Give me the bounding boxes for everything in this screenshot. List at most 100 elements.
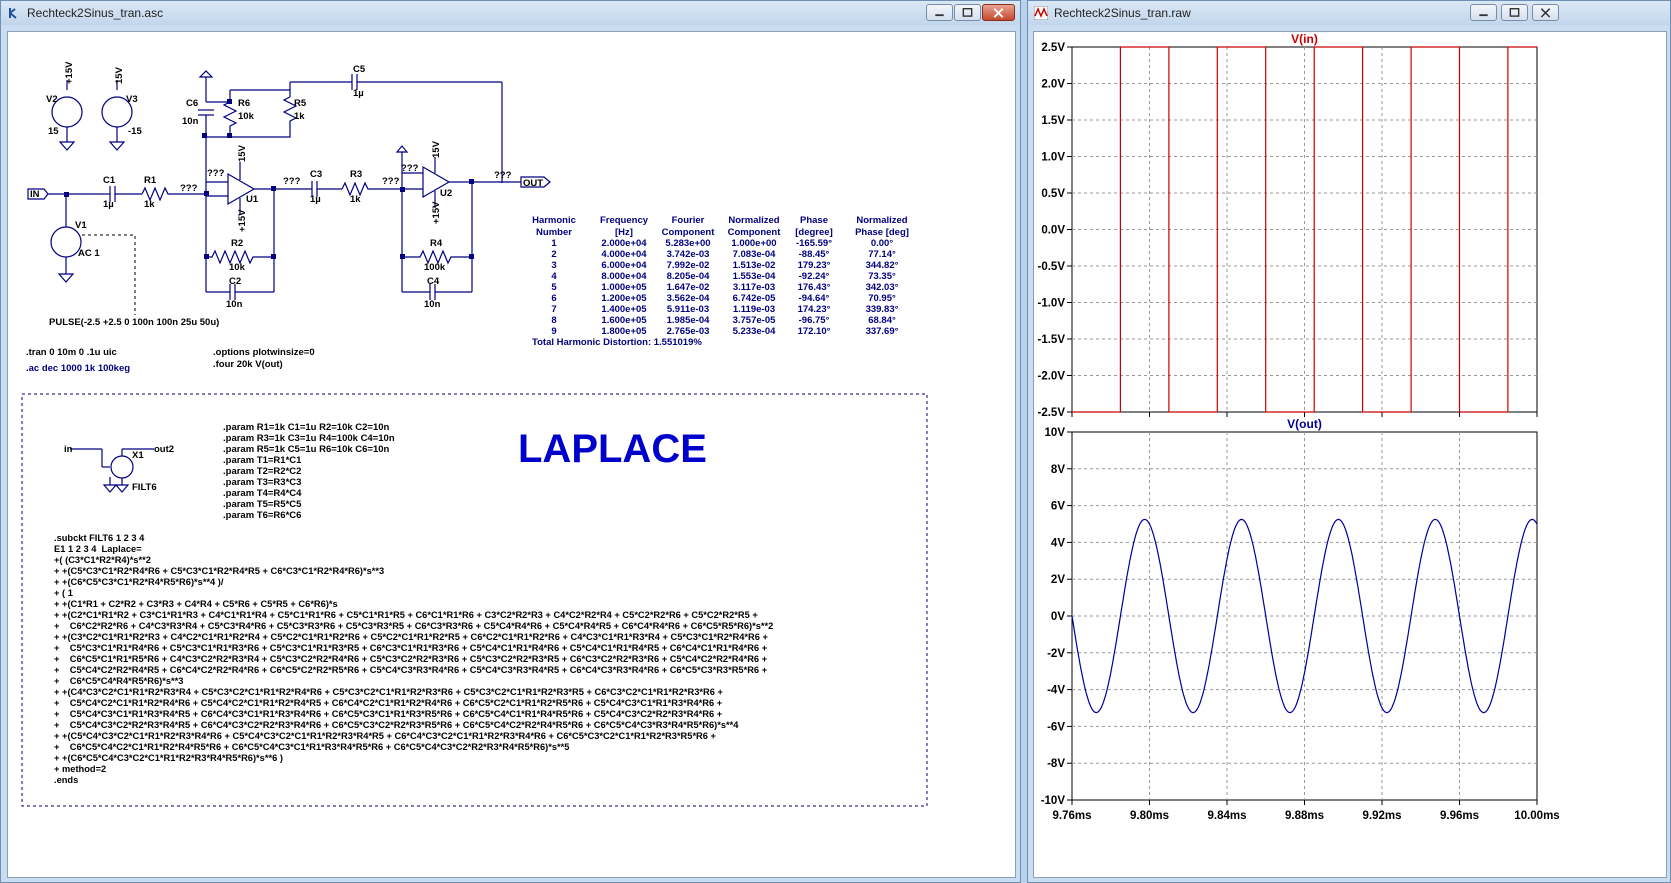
fourier-row-cell: 5.911e-03 xyxy=(667,304,709,315)
y-tick-label: 2.0V xyxy=(1041,79,1065,91)
r6-value: 10k xyxy=(238,111,255,122)
y-tick-label: 8V xyxy=(1051,464,1065,476)
param-line: .param T3=R3*C3 xyxy=(223,477,301,488)
c6-name: C6 xyxy=(186,98,198,109)
fourier-header-cell: Normalized xyxy=(728,215,779,226)
vin-pane[interactable]: 2.5V 2.0V 1.5V 1.0V 0.5V 0.0V -0.5V -1.0V -1.5V -… xyxy=(1038,32,1538,419)
r2-value: 10k xyxy=(229,262,246,273)
ltspice-schematic-icon xyxy=(9,8,17,19)
fourier-row-cell: 1.985e-04 xyxy=(667,315,711,326)
fourier-row-cell: 5 xyxy=(551,282,557,293)
fourier-header-cell: Component xyxy=(728,227,782,238)
r3-value: 1k xyxy=(350,194,361,205)
fourier-header-cell: Component xyxy=(662,227,716,238)
param-line: .param T1=R1*C1 xyxy=(223,455,302,466)
net-unknown-3: ??? xyxy=(283,176,301,187)
y-tick-label: -2V xyxy=(1047,648,1065,660)
net-unknown-6: ??? xyxy=(494,170,512,181)
y-tick-label: 0.0V xyxy=(1041,225,1065,237)
netlist-line: +( (C3*C1*R2*R4)*s**2 xyxy=(54,555,151,565)
vout-trace-title[interactable]: V(out) xyxy=(1287,417,1322,431)
fourier-header-cell: Frequency xyxy=(600,215,649,226)
fourier-row-cell: 1.000e+00 xyxy=(731,238,776,249)
x-tick-label: 10.00ms xyxy=(1514,810,1559,822)
param-line: .param T6=R6*C6 xyxy=(223,510,301,521)
close-button[interactable] xyxy=(982,4,1015,21)
netlist-line: + C6*C2*R2*R6 + C4*C3*R3*R4 + C5*C3*R4*R… xyxy=(54,621,773,631)
fourier-table: Harmonic Frequency Fourier Normalized Phase N… xyxy=(532,215,909,348)
minimize-button[interactable] xyxy=(926,4,953,21)
fourier-row-cell: 1.000e+05 xyxy=(601,282,647,293)
fourier-row-cell: 339.83° xyxy=(866,304,899,315)
window-title: Rechteck2Sinus_tran.asc xyxy=(27,6,164,20)
c5-name: C5 xyxy=(353,64,366,75)
window-title: Rechteck2Sinus_tran.raw xyxy=(1054,6,1191,20)
fourier-row-cell: 176.43° xyxy=(798,282,831,293)
tran-directive[interactable]: .tran 0 10m 0 .1u uic xyxy=(26,347,117,358)
vout-pane[interactable]: 10V 8V 6V 4V 2V 0V -2V -4V -6V -8V -10V V(out) 9.76m… xyxy=(1041,417,1560,822)
restore-button[interactable] xyxy=(1501,4,1528,21)
fourier-row-cell: -92.24° xyxy=(799,271,830,282)
fourier-header-cell: Fourier xyxy=(672,215,705,226)
pulse-spec: PULSE(-2.5 +2.5 0 100n 100n 25u 50u) xyxy=(49,317,219,328)
c4-name: C4 xyxy=(427,276,440,287)
x1-in-label: in xyxy=(64,444,73,455)
netlist-line: + +(C5*C4*C3*C2*C1*R1*R2*R3*R4*R6 + C5*C… xyxy=(54,731,717,741)
param-line: .param R3=1k C3=1u R4=100k C4=10n xyxy=(223,433,395,444)
waveform-plot-area[interactable]: 2.5V 2.0V 1.5V 1.0V 0.5V 0.0V -0.5V -1.0V -1.5V -… xyxy=(1033,31,1667,878)
netlist-line: .ends xyxy=(54,775,78,785)
netlist-line: .subckt FILT6 1 2 3 4 xyxy=(54,533,145,543)
netlist-line: + C6*C5*C1*R1*R5*R6 + C4*C3*C2*R2*R3*R4 … xyxy=(54,654,768,664)
close-button[interactable] xyxy=(1532,4,1559,21)
four-directive[interactable]: .four 20k V(out) xyxy=(213,359,283,370)
fourier-row-cell: 7 xyxy=(551,304,556,315)
netlist-line: + ( 1 xyxy=(54,588,73,598)
ac-directive[interactable]: .ac dec 1000 1k 100keg xyxy=(26,363,130,374)
fourier-row-cell: 1.200e+05 xyxy=(601,293,647,304)
net-unknown-4: ??? xyxy=(382,176,400,187)
v2-name: V2 xyxy=(46,94,58,105)
y-tick-label: 2V xyxy=(1051,574,1065,586)
net-unknown-5: ??? xyxy=(401,163,419,174)
v1-name: V1 xyxy=(75,220,87,231)
x-tick-label: 9.96ms xyxy=(1440,810,1479,822)
subckt-netlist[interactable]: .subckt FILT6 1 2 3 4E1 1 2 3 4 Laplace=… xyxy=(54,533,773,785)
param-directives[interactable]: .param R1=1k C1=1u R2=10k C2=10n.param R… xyxy=(223,422,395,521)
u1-name: U1 xyxy=(246,194,259,205)
fourier-row-cell: 3.757e-05 xyxy=(733,315,777,326)
out-net-label: OUT xyxy=(523,178,543,189)
fourier-row-cell: 73.35° xyxy=(868,271,896,282)
c2-name: C2 xyxy=(229,276,241,287)
minimize-button[interactable] xyxy=(1470,4,1497,21)
schematic-titlebar[interactable]: Rechteck2Sinus_tran.asc xyxy=(1,1,1020,25)
x-tick-label: 9.76ms xyxy=(1052,810,1091,822)
c1-name: C1 xyxy=(103,175,116,186)
minimize-icon xyxy=(935,14,944,17)
restore-icon xyxy=(1509,8,1520,17)
restore-button[interactable] xyxy=(954,4,981,21)
c5-value: 1µ xyxy=(353,88,364,99)
fourier-row-cell: 1.400e+05 xyxy=(601,304,647,315)
fourier-row-cell: 7.083e-04 xyxy=(733,249,777,260)
waveform-titlebar[interactable]: Rechteck2Sinus_tran.raw xyxy=(1028,1,1670,25)
fourier-header-cell: [degree] xyxy=(795,227,832,238)
fourier-row-cell: 6 xyxy=(551,293,556,304)
fourier-row-cell: 344.82° xyxy=(866,260,899,271)
r6-name: R6 xyxy=(238,98,250,109)
options-directive[interactable]: .options plotwinsize=0 xyxy=(213,347,315,358)
c3-value: 1µ xyxy=(310,194,321,205)
netlist-line: + +(C1*R1 + C2*R2 + C3*R3 + C4*R4 + C5*R… xyxy=(54,599,338,609)
x-tick-label: 9.80ms xyxy=(1130,810,1169,822)
fourier-row-cell: 7.992e-02 xyxy=(667,260,710,271)
vin-trace-title[interactable]: V(in) xyxy=(1291,32,1318,46)
fourier-row-cell: 8.000e+04 xyxy=(601,271,647,282)
in-net-label: IN xyxy=(30,189,40,200)
fourier-row-cell: 68.84° xyxy=(868,315,896,326)
y-tick-label: -1.5V xyxy=(1038,334,1066,346)
fourier-row-cell: 1.119e-03 xyxy=(733,304,775,315)
u1-vminus: +15V xyxy=(237,209,248,232)
schematic-canvas[interactable]: V2 15 +15V V3 -15 15V IN V1 AC 1 C1 1µ R… xyxy=(7,31,1016,878)
netlist-line: + C6*C5*C4*C2*C1*R1*R2*R4*R5*R6 + C6*C5*… xyxy=(54,742,569,752)
u2-vplus: 15V xyxy=(431,140,442,158)
param-line: .param R1=1k C1=1u R2=10k C2=10n xyxy=(223,422,390,433)
